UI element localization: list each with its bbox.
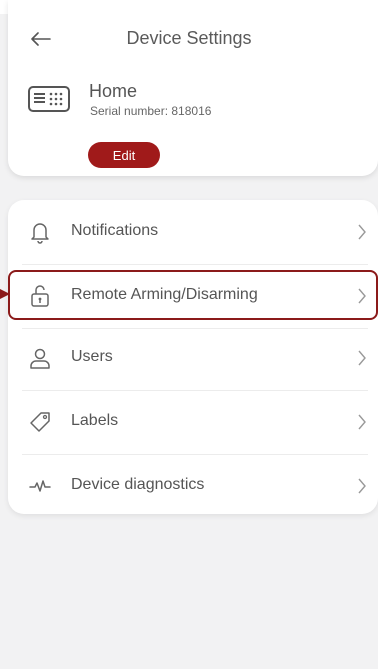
bell-icon <box>31 223 49 244</box>
menu-item-users[interactable]: Users <box>8 326 378 390</box>
settings-menu: Notifications Remote Arming/Disarming Us… <box>8 200 378 514</box>
device-name: Home <box>89 81 138 101</box>
chevron-right-icon <box>358 224 366 240</box>
pulse-icon <box>29 480 51 492</box>
menu-item-labels[interactable]: Labels <box>8 390 378 454</box>
menu-item-device-diagnostics[interactable]: Device diagnostics <box>8 454 378 518</box>
tag-icon <box>30 412 50 432</box>
unlock-icon <box>31 285 49 307</box>
menu-item-remote-arming[interactable]: Remote Arming/Disarming <box>8 264 378 328</box>
chevron-right-icon <box>358 414 366 430</box>
menu-item-label: Device diagnostics <box>71 476 205 493</box>
keypad-icon <box>28 86 70 112</box>
user-icon <box>30 348 50 369</box>
edit-button[interactable]: Edit <box>88 142 160 168</box>
chevron-right-icon <box>358 478 366 494</box>
menu-item-label: Users <box>71 348 113 365</box>
serial-number: Serial number: 818016 <box>90 104 212 118</box>
menu-item-notifications[interactable]: Notifications <box>8 200 378 264</box>
menu-item-label: Notifications <box>71 222 159 239</box>
chevron-right-icon <box>358 288 366 304</box>
chevron-right-icon <box>358 350 366 366</box>
menu-item-label: Labels <box>71 412 119 429</box>
pointer-arrow-icon <box>0 289 10 299</box>
menu-item-label: Remote Arming/Disarming <box>71 286 258 303</box>
page-title: Device Settings <box>126 28 252 48</box>
